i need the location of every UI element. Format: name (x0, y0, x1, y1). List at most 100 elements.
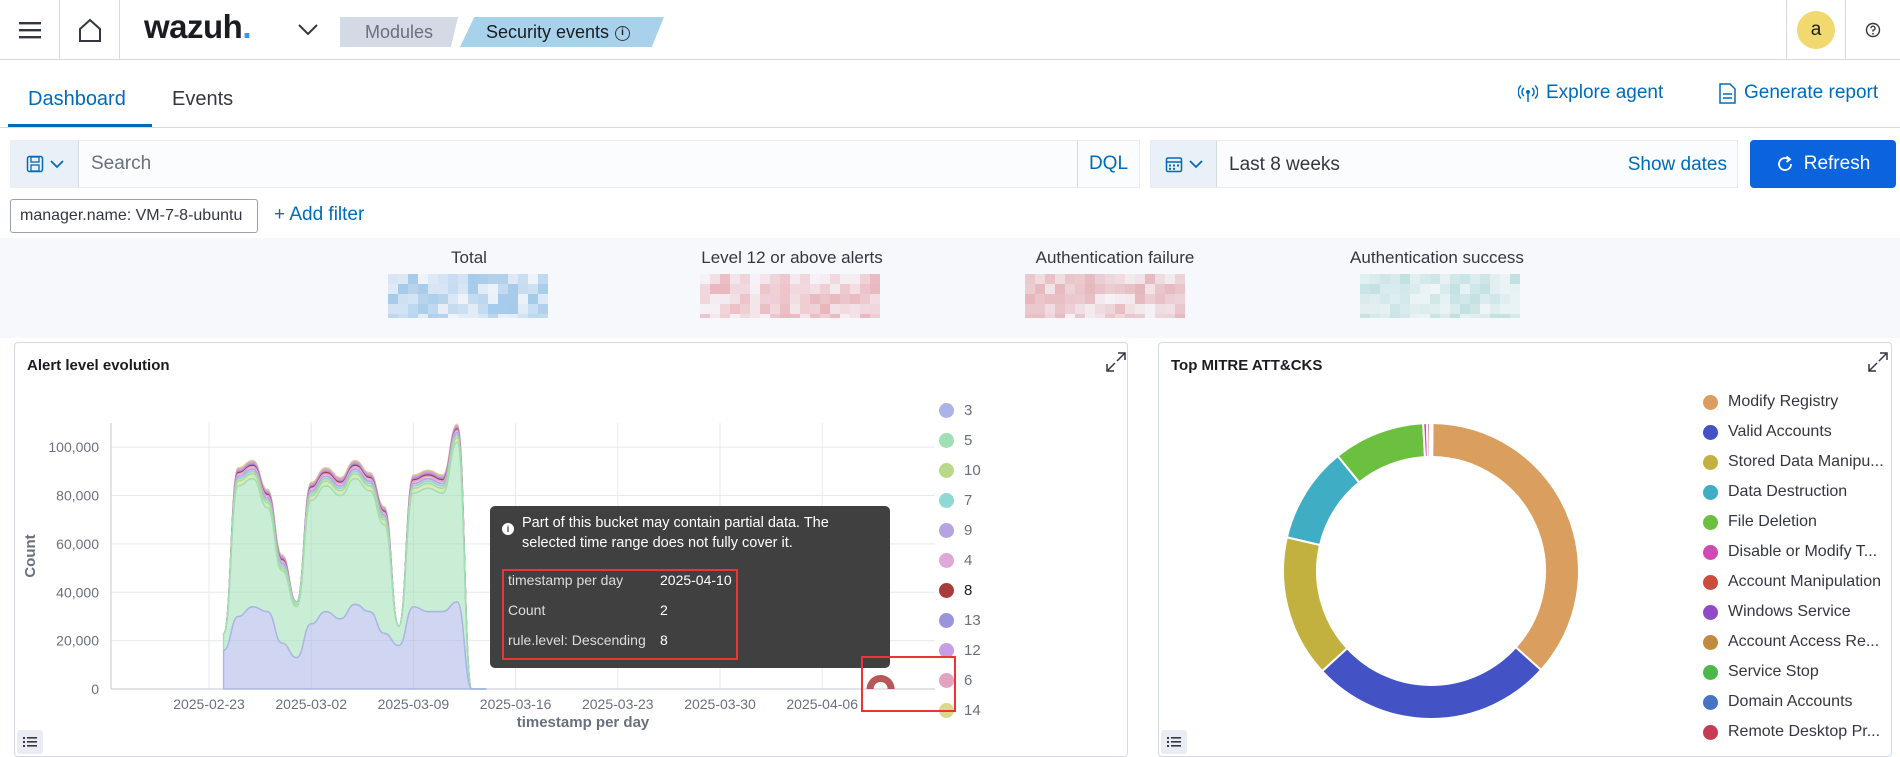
help-button[interactable] (1846, 0, 1900, 60)
redacted-block (1390, 274, 1400, 284)
redacted-block (488, 274, 498, 284)
legend-item[interactable]: Disable or Modify T... (1703, 537, 1877, 567)
time-range-label[interactable]: Last 8 weeks (1229, 154, 1340, 176)
redacted-block (498, 284, 508, 294)
legend-item[interactable]: 5 (939, 425, 972, 455)
legend-item[interactable]: Account Manipulation (1703, 567, 1881, 597)
menu-button[interactable] (0, 0, 60, 60)
redacted-block (840, 284, 850, 294)
redacted-block (498, 274, 508, 284)
saved-query-menu[interactable] (11, 141, 79, 187)
legend-item[interactable]: 10 (939, 455, 981, 485)
redacted-block (820, 284, 830, 294)
redacted-block (1125, 304, 1135, 314)
search-input[interactable] (87, 141, 1047, 187)
area-series-3[interactable] (222, 601, 487, 690)
legend-item[interactable]: Account Access Re... (1703, 627, 1879, 657)
refresh-button[interactable]: Refresh (1750, 140, 1896, 188)
filter-pill[interactable]: manager.name: VM-7-8-ubuntu (10, 199, 258, 233)
redacted-block (1400, 274, 1410, 284)
donut-slice[interactable] (1320, 645, 1543, 720)
redacted-block (700, 304, 710, 314)
redacted-block (1065, 294, 1075, 304)
donut-slice[interactable] (1336, 422, 1427, 484)
redacted-block (1510, 294, 1520, 304)
legend-item[interactable]: Valid Accounts (1703, 417, 1832, 447)
top-mitre-panel: Top MITRE ATT&CKS Modify Registry Valid A… (1158, 342, 1892, 757)
generate-report-label: Generate report (1744, 82, 1879, 103)
tab-events[interactable]: Events (172, 88, 233, 111)
redacted-block (1380, 284, 1390, 294)
show-dates-link[interactable]: Show dates (1628, 154, 1727, 176)
legend-swatch (939, 522, 954, 538)
redacted-block (418, 274, 428, 284)
legend-label: 5 (964, 431, 973, 449)
legend-item[interactable]: 9 (939, 515, 972, 545)
redacted-block (408, 314, 418, 318)
redacted-block (830, 274, 840, 284)
wazuh-logo[interactable]: wazuh. (144, 8, 251, 46)
legend-item[interactable]: 3 (939, 395, 972, 425)
redacted-block (870, 294, 880, 304)
redacted-block (518, 294, 528, 304)
home-button[interactable] (60, 0, 120, 60)
redacted-block (398, 294, 408, 304)
legend-item[interactable]: 8 (939, 575, 972, 605)
user-menu[interactable]: a (1786, 0, 1846, 60)
legend-item[interactable]: Domain Accounts (1703, 687, 1853, 717)
legend-item[interactable]: Modify Registry (1703, 387, 1838, 417)
quick-date-menu[interactable] (1151, 141, 1217, 187)
redacted-block (398, 274, 408, 284)
legend-item[interactable]: Service Stop (1703, 657, 1819, 687)
legend-item[interactable]: Remote Desktop Pr... (1703, 717, 1880, 747)
legend-label: 14 (964, 701, 981, 719)
redacted-block (1145, 274, 1155, 284)
legend-item[interactable]: 13 (939, 605, 981, 635)
legend-item[interactable]: Data Destruction (1703, 477, 1847, 507)
legend-item[interactable]: File Deletion (1703, 507, 1817, 537)
redacted-block (740, 284, 750, 294)
redacted-block (438, 284, 448, 294)
redacted-block (730, 284, 740, 294)
legend-label: Account Access Re... (1728, 633, 1880, 650)
add-filter-button[interactable]: + Add filter (274, 204, 364, 226)
legend-item[interactable]: 4 (939, 545, 972, 575)
legend-toggle-button[interactable] (1161, 730, 1187, 754)
redacted-block (1510, 274, 1520, 284)
redacted-block (1380, 304, 1390, 314)
legend-toggle-button[interactable] (17, 730, 43, 754)
document-icon (1719, 82, 1736, 104)
redacted-block (850, 314, 860, 318)
redacted-block (1145, 284, 1155, 294)
redacted-block (1025, 274, 1035, 284)
query-language-toggle[interactable]: DQL (1077, 141, 1139, 187)
donut-slice[interactable] (1282, 536, 1349, 673)
info-icon[interactable]: i (615, 25, 631, 41)
redacted-block (870, 284, 880, 294)
tab-dashboard[interactable]: Dashboard (28, 88, 126, 111)
redacted-block (780, 314, 790, 318)
tooltip-key: timestamp per day (508, 572, 624, 588)
redacted-block (830, 294, 840, 304)
redacted-block (1460, 314, 1470, 318)
avatar[interactable]: a (1797, 11, 1835, 49)
redacted-block (1450, 294, 1460, 304)
app-switcher-button[interactable] (290, 0, 326, 60)
legend-item[interactable]: 7 (939, 485, 972, 515)
explore-agent-button[interactable]: Explore agent (1518, 82, 1663, 104)
legend-label: Windows Service (1728, 603, 1851, 620)
antenna-icon (1518, 84, 1538, 102)
redacted-block (1125, 294, 1135, 304)
legend-label: 4 (964, 551, 973, 569)
redacted-block (1175, 304, 1185, 314)
donut-slice[interactable] (1431, 421, 1580, 672)
generate-report-button[interactable]: Generate report (1718, 82, 1878, 104)
legend-item[interactable]: Windows Service (1703, 597, 1851, 627)
redacted-block (730, 274, 740, 284)
redacted-block (1360, 284, 1370, 294)
x-tick-label: 2025-03-23 (582, 696, 654, 712)
legend-label: 8 (964, 581, 973, 599)
breadcrumb-modules[interactable]: Modules (340, 17, 458, 47)
legend-item[interactable]: Stored Data Manipu... (1703, 447, 1884, 477)
redacted-block (1480, 294, 1490, 304)
